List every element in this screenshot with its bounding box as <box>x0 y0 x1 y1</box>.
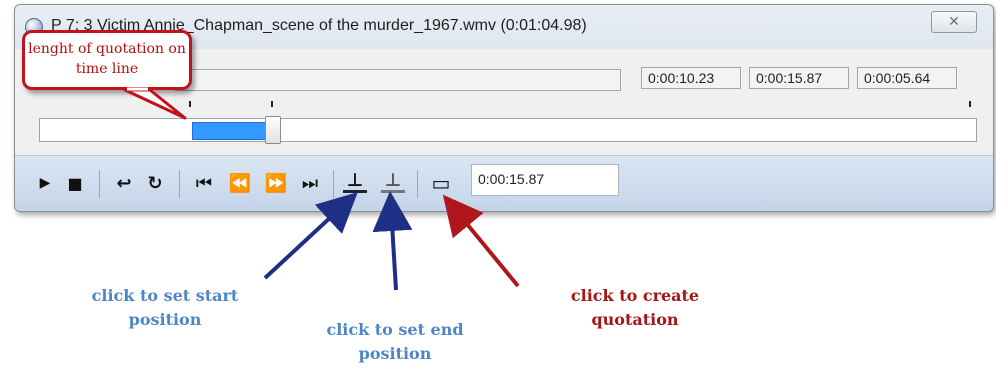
create-quotation-annotation: click to create quotation <box>570 286 700 329</box>
callout-tail <box>123 88 187 120</box>
set-start-annotation: click to set start position <box>91 286 239 329</box>
set-start-arrow <box>263 192 358 280</box>
set-end-annotation: click to set end position <box>326 320 464 363</box>
set-end-arrow <box>372 191 413 291</box>
create-quotation-arrow <box>442 194 520 288</box>
